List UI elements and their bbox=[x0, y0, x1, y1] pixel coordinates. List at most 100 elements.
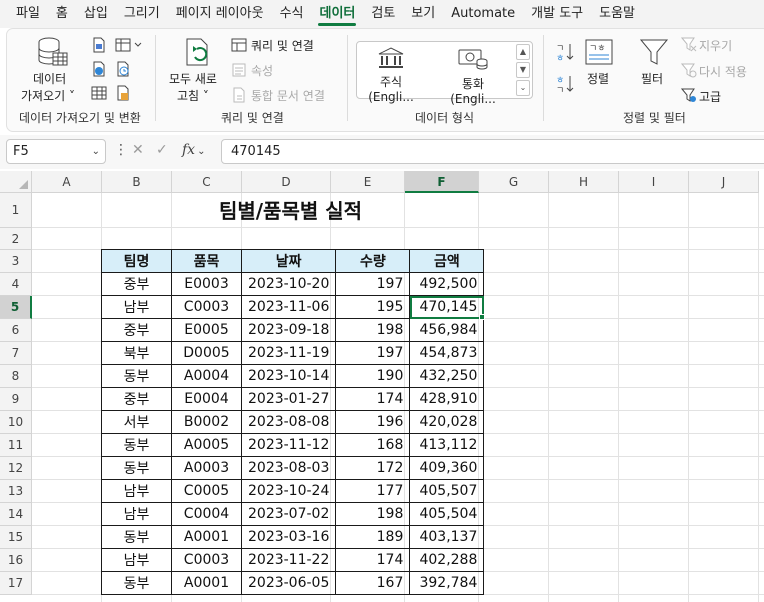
from-table-icon[interactable] bbox=[91, 85, 107, 104]
column-header-F[interactable]: F bbox=[405, 171, 479, 193]
table-cell[interactable]: 409,360 bbox=[409, 456, 485, 480]
gallery-scroll-up[interactable]: ▲ bbox=[516, 44, 530, 60]
table-cell[interactable]: 2023-06-05 bbox=[240, 571, 337, 595]
table-header-cell[interactable]: 팀명 bbox=[101, 249, 172, 273]
insert-function-icon[interactable]: fx ⌄ bbox=[182, 142, 205, 158]
column-header-A[interactable]: A bbox=[32, 171, 102, 193]
table-cell[interactable]: 197 bbox=[335, 341, 411, 365]
table-cell[interactable]: 남부 bbox=[101, 479, 172, 503]
refresh-all-icon[interactable] bbox=[183, 37, 215, 72]
table-cell[interactable]: 남부 bbox=[101, 548, 172, 572]
table-cell[interactable]: 392,784 bbox=[409, 571, 485, 595]
table-cell[interactable]: 198 bbox=[335, 502, 411, 526]
table-cell[interactable]: 2023-11-19 bbox=[240, 341, 337, 365]
table-cell[interactable]: 172 bbox=[335, 456, 411, 480]
table-cell[interactable]: 2023-10-20 bbox=[240, 272, 337, 296]
active-cell[interactable]: 470,145 bbox=[409, 295, 485, 319]
table-header-cell[interactable]: 수량 bbox=[335, 249, 411, 273]
tab-1[interactable]: 홈 bbox=[48, 0, 76, 28]
queries-connections-icon[interactable] bbox=[231, 37, 247, 56]
row-header-10[interactable]: 10 bbox=[0, 411, 32, 434]
row-header-13[interactable]: 13 bbox=[0, 480, 32, 503]
row-header-17[interactable]: 17 bbox=[0, 572, 32, 595]
data-types-gallery[interactable]: 주식 (Engli... 통화 (Engli... ▲ ▼ ⌄ bbox=[356, 41, 533, 106]
table-cell[interactable]: E0004 bbox=[171, 387, 242, 411]
table-cell[interactable]: 동부 bbox=[101, 456, 172, 480]
queries-connections-button[interactable]: 쿼리 및 연결 bbox=[251, 37, 314, 54]
table-cell[interactable]: 2023-11-22 bbox=[240, 548, 337, 572]
table-cell[interactable]: C0005 bbox=[171, 479, 242, 503]
table-cell[interactable]: 492,500 bbox=[409, 272, 485, 296]
table-cell[interactable]: 405,504 bbox=[409, 502, 485, 526]
gallery-scroll-down[interactable]: ▼ bbox=[516, 62, 530, 78]
table-cell[interactable]: C0003 bbox=[171, 548, 242, 572]
table-cell[interactable]: 2023-11-06 bbox=[240, 295, 337, 319]
more-options-icon[interactable]: ⋮ bbox=[114, 142, 128, 158]
table-cell[interactable]: 2023-03-16 bbox=[240, 525, 337, 549]
get-data-button-label[interactable]: 데이터 bbox=[33, 70, 66, 87]
tab-7[interactable]: 검토 bbox=[363, 0, 403, 28]
table-cell[interactable]: 177 bbox=[335, 479, 411, 503]
table-cell[interactable]: 413,112 bbox=[409, 433, 485, 457]
table-cell[interactable]: 동부 bbox=[101, 525, 172, 549]
tab-9[interactable]: Automate bbox=[443, 0, 523, 28]
row-header-8[interactable]: 8 bbox=[0, 365, 32, 388]
table-cell[interactable]: 2023-10-14 bbox=[240, 364, 337, 388]
table-cell[interactable]: 2023-09-18 bbox=[240, 318, 337, 342]
table-header-cell[interactable]: 품목 bbox=[171, 249, 242, 273]
row-header-2[interactable]: 2 bbox=[0, 228, 32, 250]
table-cell[interactable]: 197 bbox=[335, 272, 411, 296]
table-cell[interactable]: 174 bbox=[335, 548, 411, 572]
table-cell[interactable]: 167 bbox=[335, 571, 411, 595]
row-header-3[interactable]: 3 bbox=[0, 250, 32, 273]
column-header-B[interactable]: B bbox=[102, 171, 172, 193]
row-header-15[interactable]: 15 bbox=[0, 526, 32, 549]
table-cell[interactable]: 북부 bbox=[101, 341, 172, 365]
name-box[interactable]: F5 ⌄ bbox=[6, 139, 106, 164]
sort-ascending-icon[interactable]: ㄱㅎ bbox=[555, 41, 575, 66]
recent-sources-icon[interactable] bbox=[115, 37, 143, 56]
fill-handle[interactable] bbox=[479, 314, 485, 320]
from-text-icon[interactable] bbox=[91, 37, 107, 56]
table-cell[interactable]: E0003 bbox=[171, 272, 242, 296]
table-cell[interactable]: 동부 bbox=[101, 364, 172, 388]
get-data-dropdown-label[interactable]: 가져오기 ˅ bbox=[21, 87, 75, 104]
row-header-9[interactable]: 9 bbox=[0, 388, 32, 411]
table-cell[interactable]: E0005 bbox=[171, 318, 242, 342]
row-header-5[interactable]: 5 bbox=[0, 296, 32, 319]
table-cell[interactable]: A0003 bbox=[171, 456, 242, 480]
stocks-data-type[interactable]: 주식 (Engli... bbox=[359, 46, 423, 104]
table-cell[interactable]: 2023-08-03 bbox=[240, 456, 337, 480]
column-header-H[interactable]: H bbox=[549, 171, 619, 193]
table-cell[interactable]: D0005 bbox=[171, 341, 242, 365]
table-cell[interactable]: 432,250 bbox=[409, 364, 485, 388]
table-cell[interactable]: 남부 bbox=[101, 295, 172, 319]
table-cell[interactable]: 196 bbox=[335, 410, 411, 434]
row-header-11[interactable]: 11 bbox=[0, 434, 32, 457]
column-header-G[interactable]: G bbox=[479, 171, 549, 193]
tab-4[interactable]: 페이지 레이아웃 bbox=[168, 0, 272, 28]
column-header-C[interactable]: C bbox=[172, 171, 242, 193]
sort-button[interactable]: 정렬 bbox=[587, 70, 609, 87]
table-cell[interactable]: C0003 bbox=[171, 295, 242, 319]
tab-10[interactable]: 개발 도구 bbox=[523, 0, 591, 28]
sort-dialog-icon[interactable]: ㄱㅎ bbox=[585, 39, 613, 70]
table-cell[interactable]: A0001 bbox=[171, 571, 242, 595]
database-icon[interactable] bbox=[35, 35, 69, 72]
table-cell[interactable]: 428,910 bbox=[409, 387, 485, 411]
worksheet-grid[interactable]: A B C D E F G H I J 1 2 3 4 5 6 7 8 9 10 11 12 13 14 15 16 17 팀별/품목… bbox=[0, 171, 764, 602]
table-cell[interactable]: A0005 bbox=[171, 433, 242, 457]
table-cell[interactable]: 190 bbox=[335, 364, 411, 388]
row-header-16[interactable]: 16 bbox=[0, 549, 32, 572]
sort-descending-icon[interactable]: ㅎㄱ bbox=[555, 73, 575, 98]
table-cell[interactable]: 2023-11-12 bbox=[240, 433, 337, 457]
table-cell[interactable]: 중부 bbox=[101, 318, 172, 342]
row-header-14[interactable]: 14 bbox=[0, 503, 32, 526]
table-cell[interactable]: 동부 bbox=[101, 433, 172, 457]
table-cell[interactable]: 198 bbox=[335, 318, 411, 342]
table-cell[interactable]: C0004 bbox=[171, 502, 242, 526]
table-cell[interactable]: 동부 bbox=[101, 571, 172, 595]
tab-11[interactable]: 도움말 bbox=[591, 0, 643, 28]
tab-6[interactable]: 데이터 bbox=[311, 0, 363, 28]
select-all-button[interactable] bbox=[0, 171, 32, 193]
